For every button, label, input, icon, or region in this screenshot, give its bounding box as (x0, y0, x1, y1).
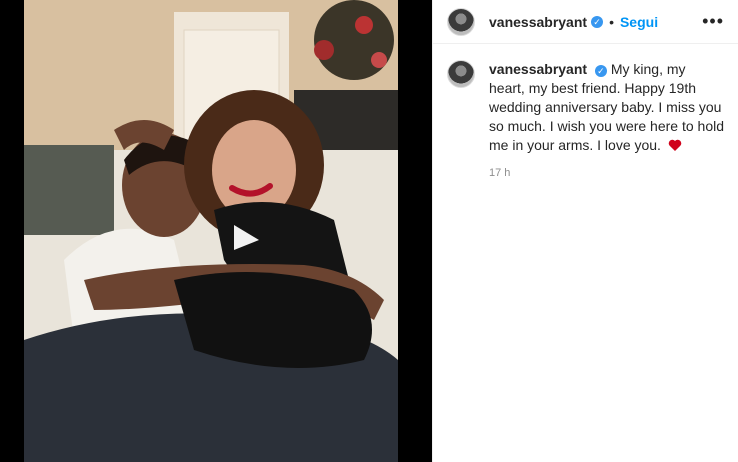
post-header: vanessabryant ✓ • Segui ••• (433, 0, 738, 44)
comment-body: vanessabryant ✓ My king, my heart, my be… (489, 60, 724, 179)
caption-text-block: vanessabryant ✓ My king, my heart, my be… (489, 60, 724, 155)
post-username[interactable]: vanessabryant (489, 14, 587, 30)
verified-badge-icon: ✓ (594, 65, 607, 77)
heart-icon (668, 139, 682, 151)
avatar[interactable] (447, 7, 475, 36)
comment-timestamp: 17 h (489, 167, 511, 179)
verified-badge-icon: ✓ (591, 15, 604, 28)
more-options-icon[interactable]: ••• (702, 11, 724, 32)
avatar[interactable] (447, 60, 475, 88)
follow-button[interactable]: Segui (620, 14, 658, 30)
separator-dot: • (609, 13, 614, 30)
comment-username[interactable]: vanessabryant (489, 61, 587, 77)
post-photo[interactable] (24, 0, 398, 462)
caption-comment: vanessabryant ✓ My king, my heart, my be… (433, 44, 738, 179)
post-sidebar: vanessabryant ✓ • Segui ••• vanessabryan… (432, 0, 738, 462)
photo-illustration (24, 0, 398, 462)
